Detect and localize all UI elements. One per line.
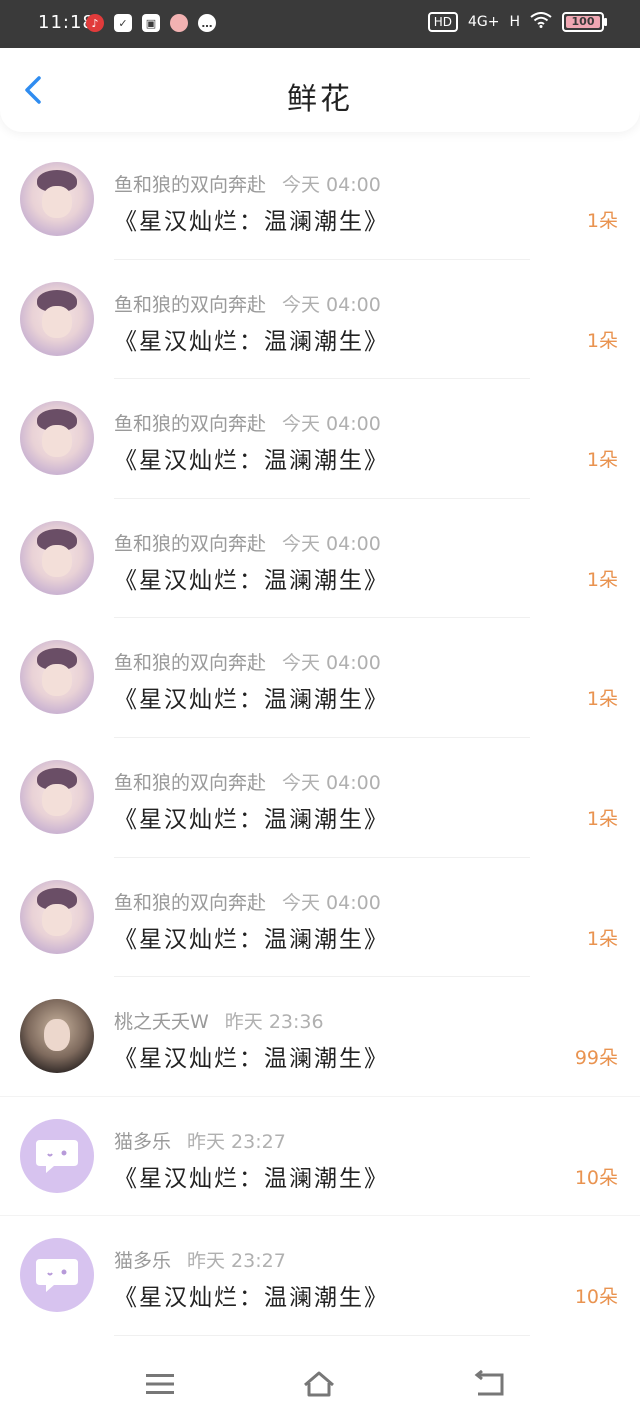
app-pink-icon xyxy=(170,14,188,32)
battery-icon: 100 xyxy=(562,12,607,32)
book-title[interactable]: 《星汉灿烂：温澜潮生》 xyxy=(114,561,389,595)
system-nav-bar xyxy=(0,1342,640,1422)
user-name[interactable]: 鱼和狼的双向奔赴 xyxy=(114,174,266,196)
task-check-icon: ✓ xyxy=(114,14,132,32)
book-title[interactable]: 《星汉灿烂：温澜潮生》 xyxy=(114,441,389,475)
item-time: 今天 04:00 xyxy=(282,174,381,196)
book-title[interactable]: 《星汉灿烂：温澜潮生》 xyxy=(114,800,389,834)
flower-count: 10朵 xyxy=(574,1286,618,1309)
item-meta: 猫多乐 昨天 23:27 xyxy=(114,1127,286,1154)
menu-icon[interactable] xyxy=(143,1370,177,1398)
netease-music-icon: ♪ xyxy=(86,14,104,32)
avatar[interactable] xyxy=(20,999,94,1074)
list-item[interactable]: 鱼和狼的双向奔赴 今天 04:00 《星汉灿烂：温澜潮生》 1朵 xyxy=(0,499,640,619)
book-title[interactable]: 《星汉灿烂：温澜潮生》 xyxy=(114,202,389,236)
avatar[interactable] xyxy=(20,281,94,356)
list-item[interactable]: 桃之夭夭W 昨天 23:36 《星汉灿烂：温澜潮生》 99朵 xyxy=(0,977,640,1097)
flower-list: 鱼和狼的双向奔赴 今天 04:00 《星汉灿烂：温澜潮生》 1朵 鱼和狼的双向奔赴 今天 … xyxy=(0,140,640,1336)
avatar[interactable] xyxy=(20,759,94,834)
user-name[interactable]: 鱼和狼的双向奔赴 xyxy=(114,294,266,316)
item-meta: 鱼和狼的双向奔赴 今天 04:00 xyxy=(114,529,381,556)
item-time: 今天 04:00 xyxy=(282,771,381,794)
avatar[interactable] xyxy=(20,520,94,595)
book-title[interactable]: 《星汉灿烂：温澜潮生》 xyxy=(114,680,389,714)
flower-count: 1朵 xyxy=(586,210,618,232)
item-meta: 鱼和狼的双向奔赴 今天 04:00 xyxy=(114,290,381,317)
list-item[interactable]: 鱼和狼的双向奔赴 今天 04:00 《星汉灿烂：温澜潮生》 1朵 xyxy=(0,379,640,499)
signal-h-label: H xyxy=(509,14,520,30)
system-indicators: HD 4G+ H 100 xyxy=(427,12,607,32)
item-time: 今天 04:00 xyxy=(282,891,381,914)
flower-count: 1朵 xyxy=(586,688,618,711)
divider xyxy=(114,1334,530,1336)
flower-count: 1朵 xyxy=(586,807,618,830)
list-item[interactable]: 鱼和狼的双向奔赴 今天 04:00 《星汉灿烂：温澜潮生》 1朵 xyxy=(0,618,640,738)
flower-count: 99朵 xyxy=(574,1047,618,1070)
chat-bubble-icon xyxy=(36,1259,78,1293)
return-icon[interactable] xyxy=(472,1370,506,1398)
avatar[interactable] xyxy=(20,1238,94,1313)
item-meta: 鱼和狼的双向奔赴 今天 04:00 xyxy=(114,648,381,675)
book-title[interactable]: 《星汉灿烂：温澜潮生》 xyxy=(114,322,389,356)
avatar[interactable] xyxy=(20,879,94,954)
flower-count: 1朵 xyxy=(586,449,618,472)
item-time: 今天 04:00 xyxy=(282,293,381,316)
battery-level: 100 xyxy=(571,15,595,28)
list-item[interactable]: 猫多乐 昨天 23:27 《星汉灿烂：温澜潮生》 10朵 xyxy=(0,1097,640,1217)
item-time: 昨天 23:27 xyxy=(187,1250,286,1273)
user-name[interactable]: 桃之夭夭W xyxy=(114,1011,209,1033)
user-name[interactable]: 猫多乐 xyxy=(114,1131,171,1153)
flower-count: 1朵 xyxy=(586,927,618,950)
flower-count: 10朵 xyxy=(574,1166,618,1189)
item-meta: 猫多乐 昨天 23:27 xyxy=(114,1246,286,1273)
app-icon: ▣ xyxy=(142,14,160,32)
signal-4g-label: 4G+ xyxy=(467,14,500,30)
notification-icons: ♪ ✓ ▣ … xyxy=(86,14,216,32)
item-meta: 鱼和狼的双向奔赴 今天 04:00 xyxy=(114,888,381,915)
chat-bubble-icon xyxy=(36,1139,78,1173)
item-time: 昨天 23:27 xyxy=(187,1130,286,1153)
item-meta: 鱼和狼的双向奔赴 今天 04:00 xyxy=(114,768,381,795)
item-time: 今天 04:00 xyxy=(282,532,381,555)
book-title[interactable]: 《星汉灿烂：温澜潮生》 xyxy=(114,920,389,954)
home-icon[interactable] xyxy=(302,1370,336,1398)
list-item[interactable]: 鱼和狼的双向奔赴 今天 04:00 《星汉灿烂：温澜潮生》 1朵 xyxy=(0,858,640,978)
list-item[interactable]: 鱼和狼的双向奔赴 今天 04:00 《星汉灿烂：温澜潮生》 1朵 xyxy=(0,260,640,380)
page-header: 鲜花 xyxy=(0,48,640,132)
list-item[interactable]: 鱼和狼的双向奔赴 今天 04:00 《星汉灿烂：温澜潮生》 1朵 xyxy=(0,738,640,858)
list-item[interactable]: 鱼和狼的双向奔赴 今天 04:00 《星汉灿烂：温澜潮生》 1朵 xyxy=(0,140,640,260)
item-time: 今天 04:00 xyxy=(282,652,381,675)
avatar[interactable] xyxy=(20,1118,94,1193)
wifi-icon xyxy=(530,12,552,32)
item-meta: 桃之夭夭W 昨天 23:36 xyxy=(114,1007,324,1034)
item-time: 昨天 23:36 xyxy=(224,1011,324,1034)
page-title: 鲜花 xyxy=(287,82,353,117)
user-name[interactable]: 鱼和狼的双向奔赴 xyxy=(114,772,266,794)
book-title[interactable]: 《星汉灿烂：温澜潮生》 xyxy=(114,1278,389,1312)
message-bubble-icon: … xyxy=(198,14,216,32)
list-item[interactable]: 猫多乐 昨天 23:27 《星汉灿烂：温澜潮生》 10朵 xyxy=(0,1216,640,1336)
item-meta: 鱼和狼的双向奔赴 今天 04:00 xyxy=(114,409,381,436)
user-name[interactable]: 鱼和狼的双向奔赴 xyxy=(114,892,266,914)
user-name[interactable]: 鱼和狼的双向奔赴 xyxy=(114,652,266,674)
book-title[interactable]: 《星汉灿烂：温澜潮生》 xyxy=(114,1159,389,1193)
flower-count: 1朵 xyxy=(586,568,618,591)
user-name[interactable]: 鱼和狼的双向奔赴 xyxy=(114,533,266,555)
avatar[interactable] xyxy=(20,162,94,236)
status-bar: 11:18 ♪ ✓ ▣ … HD 4G+ H 100 xyxy=(0,0,640,48)
avatar[interactable] xyxy=(20,640,94,715)
hd-badge: HD xyxy=(427,12,458,32)
book-title[interactable]: 《星汉灿烂：温澜潮生》 xyxy=(114,1039,389,1073)
avatar[interactable] xyxy=(20,401,94,476)
flower-count: 1朵 xyxy=(586,329,618,352)
item-time: 今天 04:00 xyxy=(282,413,381,436)
user-name[interactable]: 鱼和狼的双向奔赴 xyxy=(114,413,266,435)
user-name[interactable]: 猫多乐 xyxy=(114,1250,171,1272)
item-meta: 鱼和狼的双向奔赴 今天 04:00 xyxy=(114,170,381,197)
